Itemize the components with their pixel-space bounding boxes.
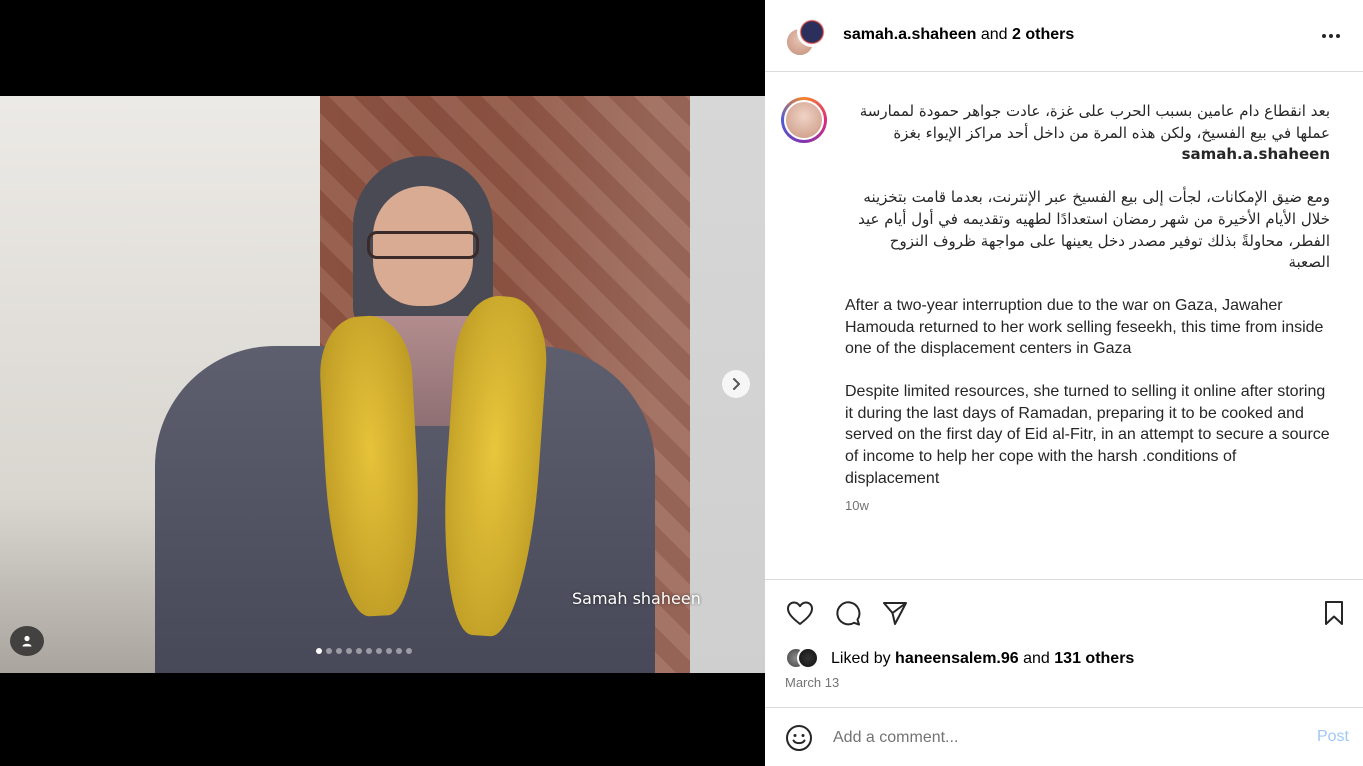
caption-paragraph-ar-2: ومع ضيق الإمكانات، لجأت إلى بيع الفسيخ ع… — [858, 188, 1330, 272]
caption-username-link[interactable]: samah.a.shaheen — [1182, 145, 1330, 163]
add-comment-bar: Post — [765, 707, 1363, 766]
heart-icon — [787, 601, 813, 625]
like-button[interactable] — [785, 598, 815, 628]
emoji-button[interactable] — [785, 724, 813, 752]
liked-by-prefix: Liked by — [831, 650, 891, 667]
send-icon — [883, 602, 907, 625]
caption-author-avatar[interactable] — [781, 97, 827, 143]
carousel-dot — [316, 648, 322, 654]
carousel-dot — [346, 648, 352, 654]
caption-time-ago[interactable]: 10w — [845, 498, 869, 513]
post-side-panel: samah.a.shaheen and 2 others بعد انقطاع … — [765, 0, 1363, 766]
chevron-right-icon — [733, 378, 740, 390]
carousel-dot — [396, 648, 402, 654]
post-header: samah.a.shaheen and 2 others — [765, 0, 1363, 72]
caption-ar-1-text: بعد انقطاع دام عامين بسبب الحرب على غزة،… — [859, 102, 1330, 142]
more-horizontal-icon — [1322, 34, 1340, 38]
post-caption: بعد انقطاع دام عامين بسبب الحرب على غزة،… — [765, 73, 1363, 579]
caption-paragraph-en-2: Despite limited resources, she turned to… — [845, 383, 1330, 487]
post-comment-button[interactable]: Post — [1317, 728, 1349, 746]
tagged-users-button[interactable] — [10, 626, 44, 656]
post-date[interactable]: March 13 — [785, 675, 839, 690]
post-media: Samah shaheen — [0, 0, 765, 766]
liker-username-link[interactable]: haneensalem.96 — [895, 650, 1019, 668]
likes-summary: Liked by haneensalem.96 and 131 others — [785, 647, 1134, 671]
photo-watermark: Samah shaheen — [572, 589, 701, 608]
save-button[interactable] — [1319, 598, 1349, 628]
post-actions: Liked by haneensalem.96 and 131 others M… — [765, 579, 1363, 707]
instagram-post-modal: Samah shaheen samah.a.shaheen and 2 othe… — [0, 0, 1363, 766]
carousel-dot — [406, 648, 412, 654]
carousel-dot — [386, 648, 392, 654]
comment-icon — [836, 601, 861, 626]
and-text: and — [980, 26, 1008, 43]
author-username-link[interactable]: samah.a.shaheen — [843, 26, 976, 43]
collab-avatars[interactable] — [785, 17, 827, 57]
caption-paragraph-ar-1: بعد انقطاع دام عامين بسبب الحرب على غزة،… — [845, 101, 1330, 166]
comment-input[interactable] — [833, 726, 1273, 750]
carousel-dot — [336, 648, 342, 654]
likes-others-link[interactable]: 131 others — [1054, 650, 1134, 668]
carousel-dot — [326, 648, 332, 654]
user-tag-icon — [22, 635, 32, 647]
carousel-dot — [356, 648, 362, 654]
more-options-button[interactable] — [1317, 22, 1345, 50]
caption-paragraph-en-1: After a two-year interruption due to the… — [845, 296, 1324, 358]
liker-avatars — [785, 647, 829, 671]
smiley-icon — [786, 725, 812, 751]
avatar — [797, 17, 827, 47]
comment-button[interactable] — [832, 598, 862, 628]
avatar — [797, 647, 819, 669]
and-text: and — [1023, 650, 1050, 667]
carousel-indicator — [316, 648, 412, 654]
carousel-next-button[interactable] — [722, 370, 750, 398]
post-authors: samah.a.shaheen and 2 others — [843, 26, 1074, 44]
bookmark-icon — [1325, 601, 1343, 625]
carousel-dot — [366, 648, 372, 654]
share-button[interactable] — [880, 598, 910, 628]
caption-text: بعد انقطاع دام عامين بسبب الحرب على غزة،… — [845, 101, 1330, 511]
others-link[interactable]: 2 others — [1012, 26, 1074, 43]
carousel-dot — [376, 648, 382, 654]
post-photo: Samah shaheen — [0, 96, 765, 673]
